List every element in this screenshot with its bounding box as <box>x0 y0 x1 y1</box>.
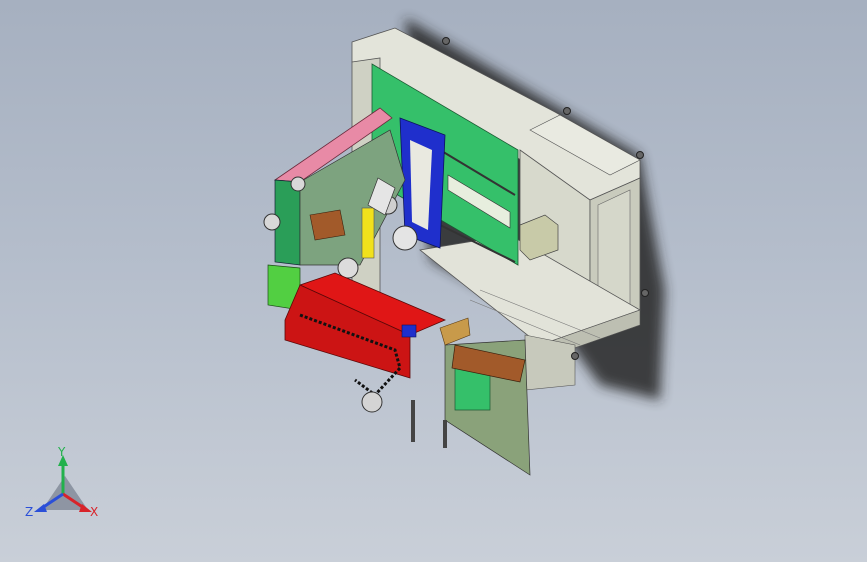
triad-x-label: X <box>90 505 98 519</box>
brown-wedge <box>309 209 346 241</box>
cad-viewport[interactable]: Y X Z <box>0 0 867 562</box>
screw-1 <box>442 37 450 45</box>
pin-1 <box>411 400 415 442</box>
left-wheel-2 <box>290 176 306 192</box>
screw-2 <box>563 107 571 115</box>
tan-bar <box>439 317 471 346</box>
roller-2 <box>337 257 359 279</box>
screw-5 <box>571 352 579 360</box>
pin-2 <box>443 420 447 448</box>
triad-y-label: Y <box>57 446 66 459</box>
screw-3 <box>636 151 644 159</box>
screw-4 <box>641 289 649 297</box>
blue-cube <box>401 324 417 338</box>
base-lower-box <box>524 334 576 391</box>
wheel <box>361 391 383 413</box>
yellow-bracket <box>361 207 375 259</box>
roller-1 <box>392 225 418 251</box>
coordinate-triad: Y X Z <box>25 446 98 519</box>
cad-model-3d-view[interactable] <box>0 0 867 562</box>
left-wheel <box>263 213 281 231</box>
triad-z-label: Z <box>25 505 33 519</box>
